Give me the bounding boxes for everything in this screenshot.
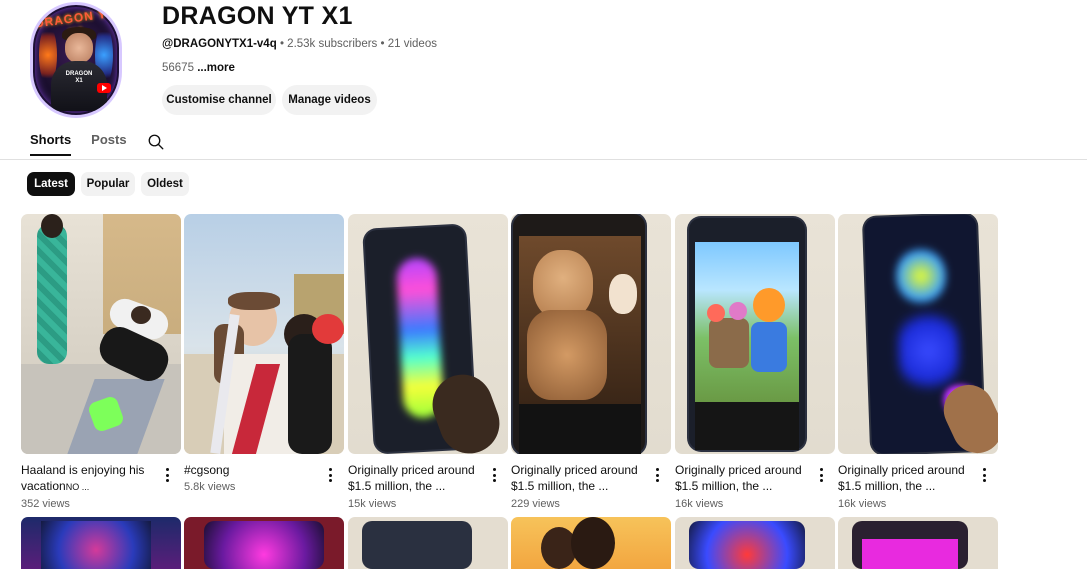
short-thumbnail[interactable] [838, 214, 998, 454]
avatar-label: DRAGON X1 [65, 71, 93, 84]
channel-title: DRAGON YT X1 [162, 2, 353, 30]
more-options-icon[interactable] [161, 466, 173, 484]
short-thumbnail[interactable] [511, 517, 671, 569]
manage-videos-button[interactable]: Manage videos [282, 85, 377, 115]
short-views: 15k views [348, 498, 397, 510]
channel-handle: @DRAGONYTX1-v4q [162, 38, 277, 50]
more-options-icon[interactable] [488, 466, 500, 484]
meta-separator: • [380, 38, 388, 50]
channel-avatar[interactable]: DRAGON YT X1 DRAGON X1 [30, 2, 122, 118]
short-title[interactable]: Originally priced around $1.5 million, t… [675, 462, 813, 494]
chip-popular[interactable]: Popular [81, 172, 135, 196]
chip-oldest[interactable]: Oldest [141, 172, 189, 196]
chip-latest[interactable]: Latest [27, 172, 75, 196]
channel-meta: @DRAGONYTX1-v4q • 2.53k subscribers • 21… [162, 38, 437, 50]
short-views: 16k views [838, 498, 887, 510]
short-title[interactable]: Originally priced around $1.5 million, t… [511, 462, 649, 494]
short-thumbnail[interactable] [838, 517, 998, 569]
more-options-icon[interactable] [324, 466, 336, 484]
channel-tabs: Shorts Posts [30, 132, 147, 160]
phone-image [689, 218, 805, 450]
customise-channel-button[interactable]: Customise channel [162, 85, 276, 115]
short-thumbnail[interactable] [511, 214, 671, 454]
short-views: 229 views [511, 498, 560, 510]
short-title-suffix: NO ... [65, 482, 90, 492]
tabs-divider [0, 159, 1087, 160]
channel-description[interactable]: 56675 ...more [162, 62, 235, 74]
short-title[interactable]: Originally priced around $1.5 million, t… [838, 462, 976, 494]
short-thumbnail[interactable] [348, 214, 508, 454]
more-options-icon[interactable] [651, 466, 663, 484]
short-thumbnail[interactable] [184, 214, 344, 454]
more-options-icon[interactable] [978, 466, 990, 484]
short-thumbnail[interactable] [184, 517, 344, 569]
short-thumbnail[interactable] [348, 517, 508, 569]
tab-posts[interactable]: Posts [91, 132, 126, 155]
short-views: 5.8k views [184, 481, 236, 493]
short-thumbnail[interactable] [675, 517, 835, 569]
more-options-icon[interactable] [815, 466, 827, 484]
subscriber-count: 2.53k subscribers [287, 38, 378, 50]
short-thumbnail[interactable] [21, 214, 181, 454]
short-views: 352 views [21, 498, 70, 510]
description-text: 56675 [162, 62, 194, 74]
short-views: 16k views [675, 498, 724, 510]
youtube-logo-icon [97, 83, 111, 93]
tab-shorts[interactable]: Shorts [30, 132, 72, 156]
search-icon[interactable] [147, 133, 165, 151]
video-count: 21 videos [387, 38, 437, 50]
phone-image [513, 214, 645, 454]
short-title[interactable]: Haaland is enjoying his vacationNO ... [21, 462, 159, 494]
short-title[interactable]: Originally priced around $1.5 million, t… [348, 462, 486, 494]
avatar-face [65, 33, 93, 63]
short-thumbnail[interactable] [21, 517, 181, 569]
short-title[interactable]: #cgsong [184, 462, 322, 478]
more-link[interactable]: ...more [197, 62, 235, 74]
short-thumbnail[interactable] [675, 214, 835, 454]
